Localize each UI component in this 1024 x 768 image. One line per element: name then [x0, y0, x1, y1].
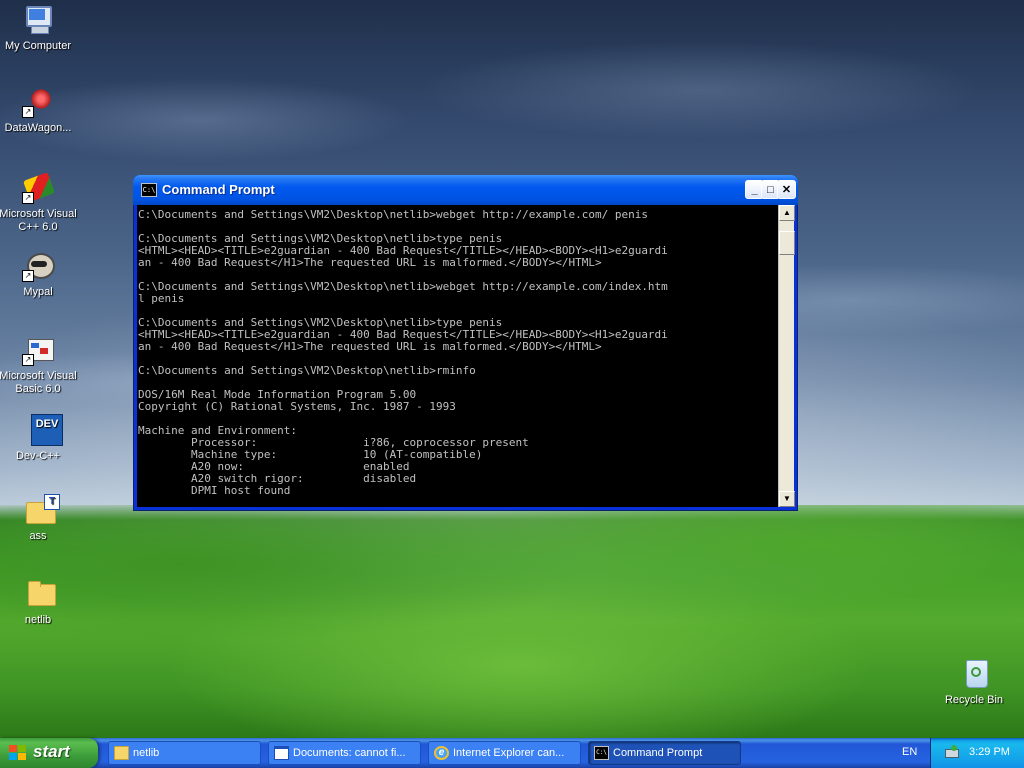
window-icon — [274, 746, 289, 760]
datawagon-icon: ↗ — [22, 86, 54, 118]
desktop-icon-label: Recycle Bin — [944, 694, 1004, 706]
command-prompt-icon: C:\ — [594, 746, 609, 760]
desktop-icon-label: Microsoft Visual Basic 6.0 — [0, 370, 77, 395]
desktop-icon-label: Mypal — [23, 286, 53, 298]
language-indicator[interactable]: EN — [902, 746, 917, 758]
dev-cpp-icon: DEV — [22, 414, 63, 446]
recycle-bin-icon — [958, 658, 990, 690]
folder-icon — [22, 578, 56, 610]
my-computer-icon — [22, 4, 54, 36]
taskbar-button-command-prompt[interactable]: C:\ Command Prompt — [588, 741, 741, 765]
desktop-icon-mypal[interactable]: ↗ Mypal — [0, 250, 79, 299]
taskbar-button-label: Internet Explorer can... — [453, 747, 565, 759]
internet-explorer-icon: e — [434, 746, 449, 760]
shortcut-arrow-icon: ↗ — [22, 270, 34, 282]
desktop-icon-my-computer[interactable]: My Computer — [0, 4, 79, 53]
console-line: an - 400 Bad Request</H1>The requested U… — [138, 256, 602, 269]
desktop-icon-label: DataWagon... — [4, 122, 72, 134]
start-label: start — [33, 742, 70, 761]
desktop-icon-label: netlib — [24, 614, 52, 626]
desktop-icon-visual-basic[interactable]: ↗ Microsoft Visual Basic 6.0 — [0, 334, 79, 396]
folder-icon: T — [22, 494, 60, 526]
window-titlebar[interactable]: C:\ Command Prompt _ □ ✕ — [133, 175, 798, 205]
desktop-icon-dev-cpp[interactable]: DEV Dev-C++ — [0, 414, 79, 463]
taskbar-button-label: Command Prompt — [613, 747, 703, 759]
console-line: DPMI host found — [138, 484, 291, 497]
scroll-up-button[interactable]: ▲ — [779, 205, 795, 221]
console-line: C:\Documents and Settings\VM2\Desktop\ne… — [138, 280, 668, 293]
shortcut-arrow-icon: ↗ — [22, 192, 34, 204]
desktop-icon-label: Microsoft Visual C++ 6.0 — [0, 208, 77, 233]
desktop-icon-datawagon[interactable]: ↗ DataWagon... — [0, 86, 79, 135]
close-button[interactable]: ✕ — [777, 180, 796, 199]
visual-basic-icon: ↗ — [22, 334, 54, 366]
clock[interactable]: 3:29 PM — [969, 746, 1010, 758]
safely-remove-hardware-icon[interactable] — [943, 745, 959, 760]
wallpaper-hills — [0, 505, 1024, 740]
system-tray: 3:29 PM — [930, 738, 1024, 768]
shortcut-arrow-icon: ↗ — [22, 106, 34, 118]
console-line: l penis — [138, 292, 185, 305]
taskbar-button-label: netlib — [133, 747, 160, 759]
desktop-icon-label: ass — [29, 530, 47, 542]
shortcut-arrow-icon: ↗ — [22, 354, 34, 366]
vertical-scrollbar[interactable]: ▲ ▼ — [778, 205, 795, 507]
folder-icon — [114, 746, 129, 760]
mypal-icon: ↗ — [22, 250, 55, 282]
window-title: Command Prompt — [162, 182, 275, 197]
desktop-icon-netlib[interactable]: netlib — [0, 578, 79, 627]
scroll-down-button[interactable]: ▼ — [779, 491, 795, 507]
desktop-icon-ass[interactable]: T ass — [0, 494, 79, 543]
scroll-thumb[interactable] — [779, 231, 795, 255]
start-button[interactable]: start — [0, 738, 98, 768]
taskbar-button-internet-explorer[interactable]: e Internet Explorer can... — [428, 741, 581, 765]
visual-cpp-icon: ↗ — [22, 172, 55, 204]
desktop-icon-visual-cpp[interactable]: ↗ Microsoft Visual C++ 6.0 — [0, 172, 79, 234]
windows-logo-icon — [9, 745, 26, 761]
console-output[interactable]: C:\Documents and Settings\VM2\Desktop\ne… — [137, 205, 778, 507]
console-line: C:\Documents and Settings\VM2\Desktop\ne… — [138, 364, 476, 377]
desktop-icon-recycle-bin[interactable]: Recycle Bin — [933, 658, 1015, 707]
console-line: an - 400 Bad Request</H1>The requested U… — [138, 340, 602, 353]
taskbar-button-documents[interactable]: Documents: cannot fi... — [268, 741, 421, 765]
desktop-icon-label: Dev-C++ — [15, 450, 61, 462]
command-prompt-icon: C:\ — [141, 183, 157, 197]
desktop-icon-label: My Computer — [4, 40, 72, 52]
console-line: C:\Documents and Settings\VM2\Desktop\ne… — [138, 208, 648, 221]
command-prompt-window[interactable]: C:\ Command Prompt _ □ ✕ C:\Documents an… — [133, 175, 798, 511]
console-line: Copyright (C) Rational Systems, Inc. 198… — [138, 400, 456, 413]
taskbar-button-label: Documents: cannot fi... — [293, 747, 406, 759]
taskbar-button-netlib[interactable]: netlib — [108, 741, 261, 765]
taskbar: start netlib Documents: cannot fi... e I… — [0, 738, 1024, 768]
